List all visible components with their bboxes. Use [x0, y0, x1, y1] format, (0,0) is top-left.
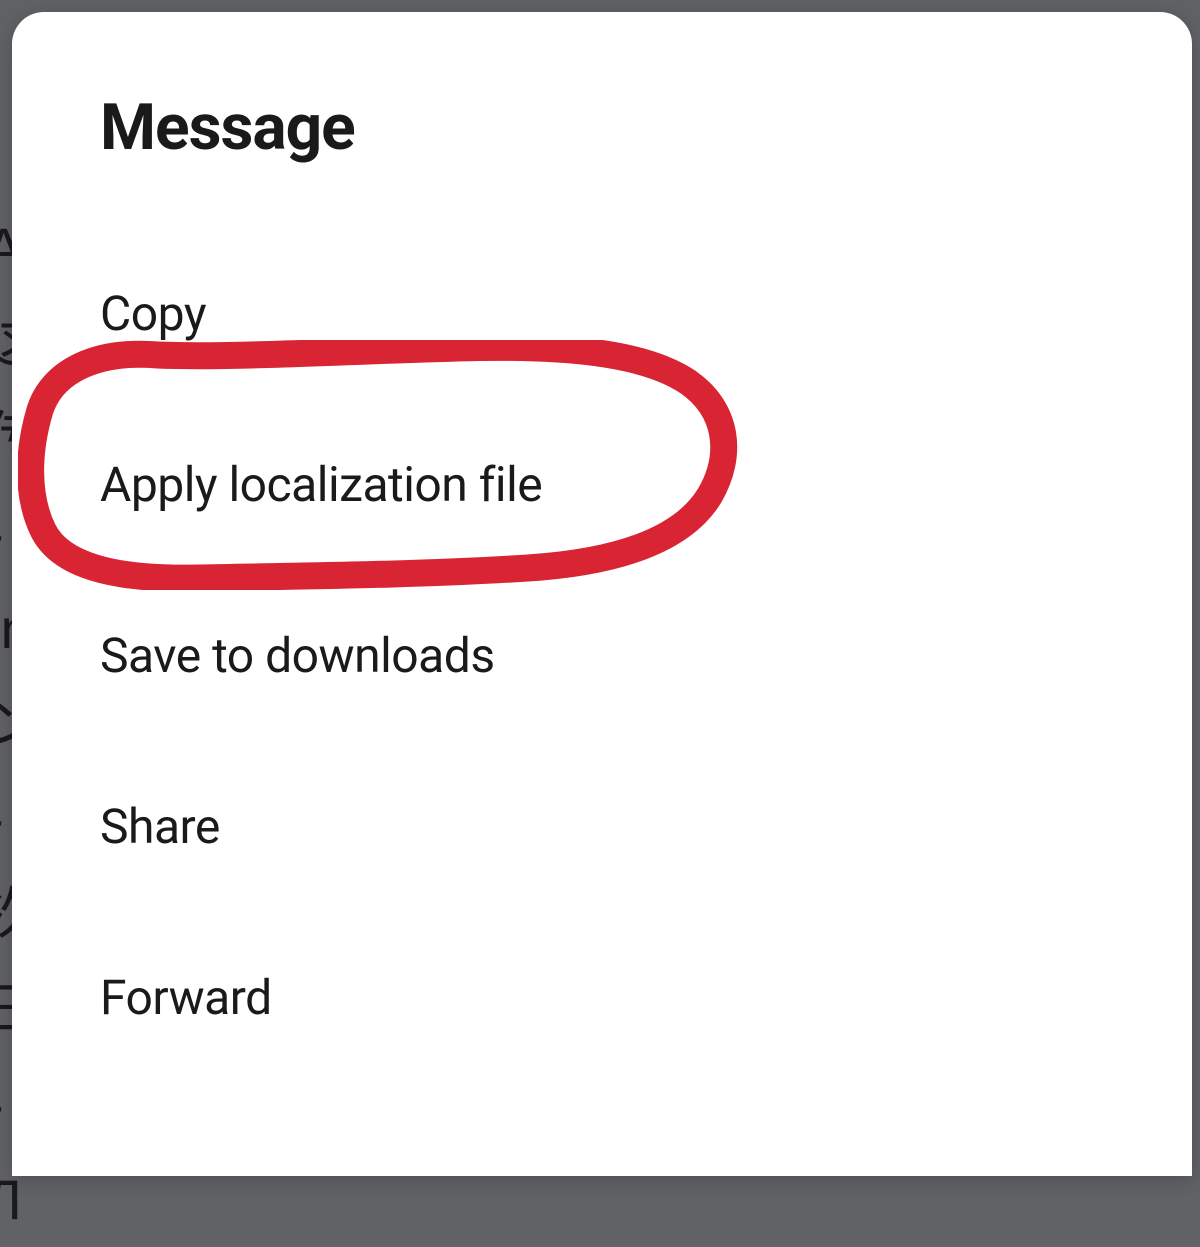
menu-item-copy[interactable]: Copy [100, 285, 1104, 342]
menu-item-save-to-downloads[interactable]: Save to downloads [100, 627, 1104, 684]
message-context-menu-dialog: Message Copy Apply localization file Sav… [12, 12, 1192, 1176]
menu-list: Copy Apply localization file Save to dow… [100, 285, 1104, 1026]
menu-item-forward[interactable]: Forward [100, 969, 1104, 1026]
dialog-title: Message [100, 90, 1104, 165]
menu-item-share[interactable]: Share [100, 798, 1104, 855]
menu-item-apply-localization-file[interactable]: Apply localization file [100, 456, 1104, 513]
